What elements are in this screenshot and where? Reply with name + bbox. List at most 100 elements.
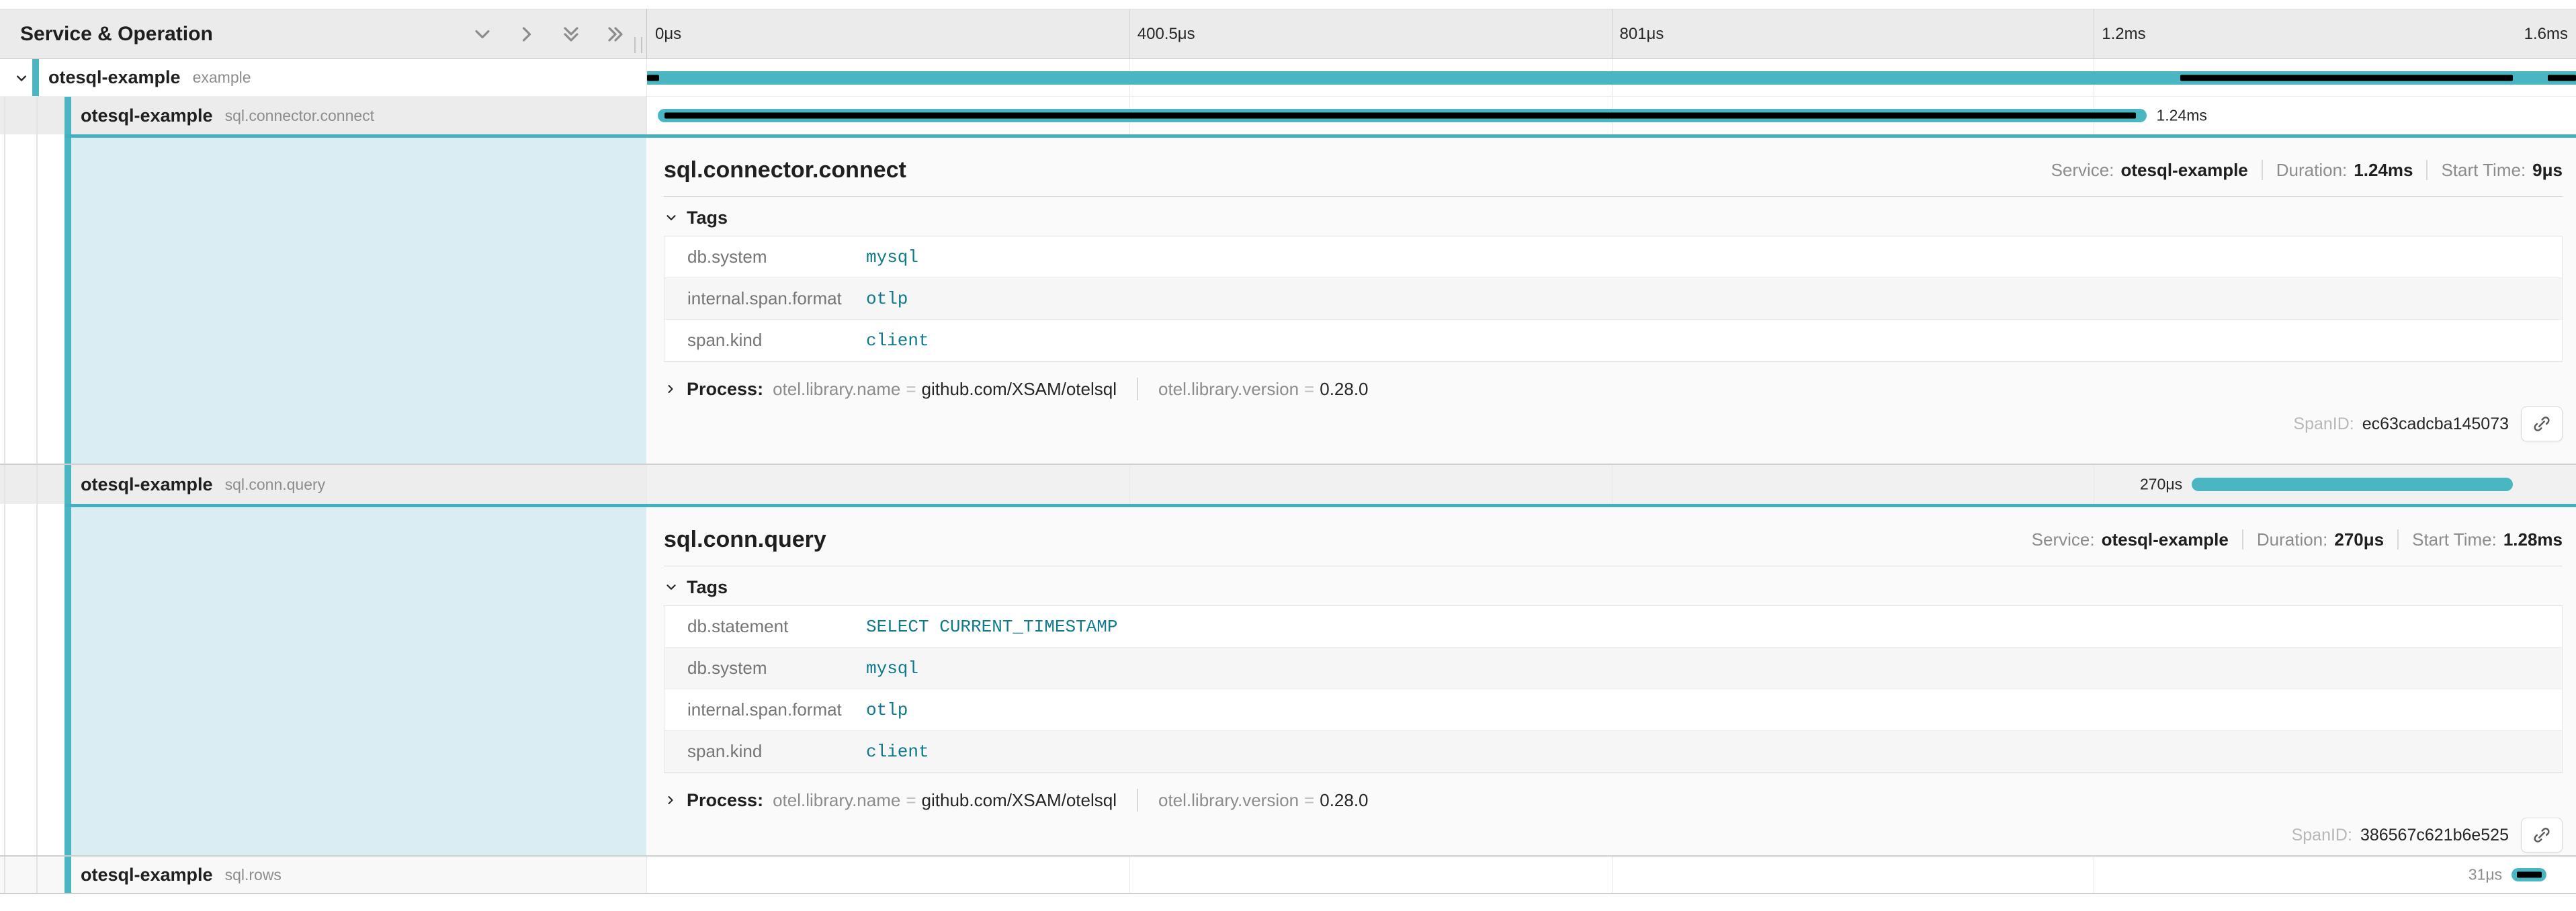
- tag-row[interactable]: span.kind client: [664, 320, 2562, 361]
- indent-guide: [36, 134, 38, 464]
- process-value: github.com/XSAM/otelsql: [922, 790, 1117, 811]
- duration-label: Duration:: [2257, 529, 2328, 550]
- indent-guide: [4, 465, 5, 504]
- span-bar-cell[interactable]: 31μs: [646, 857, 2576, 893]
- gridline: [1129, 9, 1130, 58]
- span-bar-wrap[interactable]: 270μs: [647, 465, 2576, 504]
- tag-value: client: [866, 331, 929, 351]
- tags-chevron-icon: [664, 210, 679, 225]
- span-bar-cell[interactable]: [646, 59, 2576, 97]
- tag-value: SELECT CURRENT_TIMESTAMP: [866, 617, 1117, 637]
- start-time-value: 1.28ms: [2503, 529, 2563, 550]
- top-strip: [0, 0, 2576, 9]
- tag-row[interactable]: db.statement SELECT CURRENT_TIMESTAMP: [664, 606, 2562, 648]
- column-resizer-grip[interactable]: [634, 37, 642, 53]
- process-key: otel.library.version: [1158, 379, 1299, 400]
- duration-value: 270μs: [2334, 529, 2384, 550]
- deep-link-button[interactable]: [2521, 818, 2563, 853]
- chevron-right-icon[interactable]: [515, 22, 539, 46]
- ruler-tick-label: 0μs: [655, 25, 681, 44]
- span-bar-cell[interactable]: 1.24ms: [646, 97, 2576, 134]
- span-name-cell[interactable]: otesql-example sql.conn.query: [0, 465, 646, 504]
- double-chevron-down-icon[interactable]: [559, 22, 583, 46]
- critical-path-segment: [2180, 75, 2513, 81]
- process-kv: otel.library.version = 0.28.0: [1158, 790, 1369, 811]
- indent-guide: [4, 97, 5, 134]
- critical-path-segment: [2548, 75, 2576, 81]
- span-id-value: 386567c621b6e525: [2360, 826, 2509, 845]
- service-name: otesql-example: [48, 67, 181, 88]
- span-row-sql-conn-query[interactable]: otesql-example sql.conn.query 270μs: [0, 465, 2576, 504]
- service-operation-title: Service & Operation: [20, 23, 213, 46]
- detail-indent-column: [0, 134, 646, 464]
- span-row-example[interactable]: otesql-example example: [0, 59, 2576, 97]
- process-section-toggle[interactable]: Process: otel.library.name = github.com/…: [664, 376, 2563, 402]
- span-overview: Service: otesql-example Duration: 270μs …: [2032, 529, 2563, 550]
- process-kv: otel.library.version = 0.28.0: [1158, 379, 1369, 400]
- span-bar-cell[interactable]: 270μs: [646, 465, 2576, 504]
- tag-value: otlp: [866, 700, 908, 720]
- tags-chevron-icon: [664, 580, 679, 595]
- tag-key: internal.span.format: [664, 288, 866, 309]
- span-duration-label: 1.24ms: [2156, 107, 2206, 125]
- span-name-cell[interactable]: otesql-example sql.rows: [0, 857, 646, 893]
- timeline-ruler: 0μs400.5μs801μs1.2ms1.6ms: [646, 9, 2576, 58]
- double-chevron-right-icon[interactable]: [603, 22, 628, 46]
- tag-row[interactable]: internal.span.format otlp: [664, 278, 2562, 320]
- tag-row[interactable]: db.system mysql: [664, 648, 2562, 689]
- span-name-cell[interactable]: otesql-example example: [0, 59, 646, 97]
- process-key: otel.library.name: [773, 379, 900, 400]
- tag-row[interactable]: db.system mysql: [664, 236, 2562, 278]
- process-kv: otel.library.name = github.com/XSAM/otel…: [773, 379, 1117, 400]
- indent-guide: [36, 97, 38, 134]
- tag-value: otlp: [866, 289, 908, 309]
- tag-value: client: [866, 742, 929, 762]
- ruler-tick-label: 1.6ms: [2524, 25, 2568, 44]
- tag-value: mysql: [866, 247, 918, 267]
- start-time-value: 9μs: [2532, 160, 2563, 181]
- duration-value: 1.24ms: [2354, 160, 2413, 181]
- indent-guide: [4, 504, 5, 855]
- span-row-sql-connector-connect[interactable]: otesql-example sql.connector.connect 1.2…: [0, 97, 2576, 134]
- tag-key: db.system: [664, 247, 866, 267]
- service-value: otesql-example: [2102, 529, 2229, 550]
- process-section-toggle[interactable]: Process: otel.library.name = github.com/…: [664, 787, 2563, 814]
- indent-guide: [4, 857, 5, 893]
- timeline-header: Service & Operation 0μs400.5μs801μs1.2ms…: [0, 9, 2576, 59]
- tags-section-toggle[interactable]: Tags: [664, 208, 2563, 228]
- tag-row[interactable]: internal.span.format otlp: [664, 689, 2562, 731]
- collapse-chevron-icon[interactable]: [12, 69, 31, 87]
- span-id-row: SpanID: ec63cadcba145073: [664, 405, 2563, 443]
- span-bar-wrap[interactable]: [647, 59, 2576, 96]
- indent-guide: [36, 857, 38, 893]
- span-detail-title: sql.conn.query: [664, 527, 826, 553]
- critical-path-segment: [647, 75, 659, 81]
- span-bar[interactable]: [2192, 478, 2513, 491]
- service-name: otesql-example: [81, 865, 213, 885]
- span-duration-label: 31μs: [2468, 866, 2502, 884]
- divider: [2426, 160, 2428, 180]
- span-bar-wrap[interactable]: 1.24ms: [647, 97, 2576, 134]
- chevron-down-icon[interactable]: [470, 22, 495, 46]
- service-operation-header: Service & Operation: [0, 9, 646, 58]
- critical-path-segment: [664, 113, 2137, 119]
- span-bar-wrap[interactable]: 31μs: [647, 857, 2576, 893]
- span-duration-label: 270μs: [2140, 476, 2182, 494]
- operation-name: sql.conn.query: [225, 476, 326, 494]
- detail-highlight-block: [71, 504, 646, 855]
- tag-key: db.statement: [664, 616, 866, 637]
- start-time-label: Start Time:: [2441, 160, 2526, 181]
- span-id-label: SpanID:: [2292, 826, 2352, 845]
- equals-sign: =: [906, 379, 916, 400]
- tag-value: mysql: [866, 658, 918, 679]
- ruler-tick-label: 400.5μs: [1137, 25, 1195, 44]
- bottom-strip: [0, 894, 2576, 911]
- process-key: otel.library.name: [773, 790, 900, 811]
- deep-link-button[interactable]: [2521, 406, 2563, 441]
- tags-section-label: Tags: [687, 208, 728, 228]
- link-icon: [2531, 413, 2552, 435]
- tags-section-toggle[interactable]: Tags: [664, 577, 2563, 597]
- span-name-cell[interactable]: otesql-example sql.connector.connect: [0, 97, 646, 134]
- tag-row[interactable]: span.kind client: [664, 731, 2562, 773]
- span-row-sql-rows[interactable]: otesql-example sql.rows 31μs: [0, 857, 2576, 894]
